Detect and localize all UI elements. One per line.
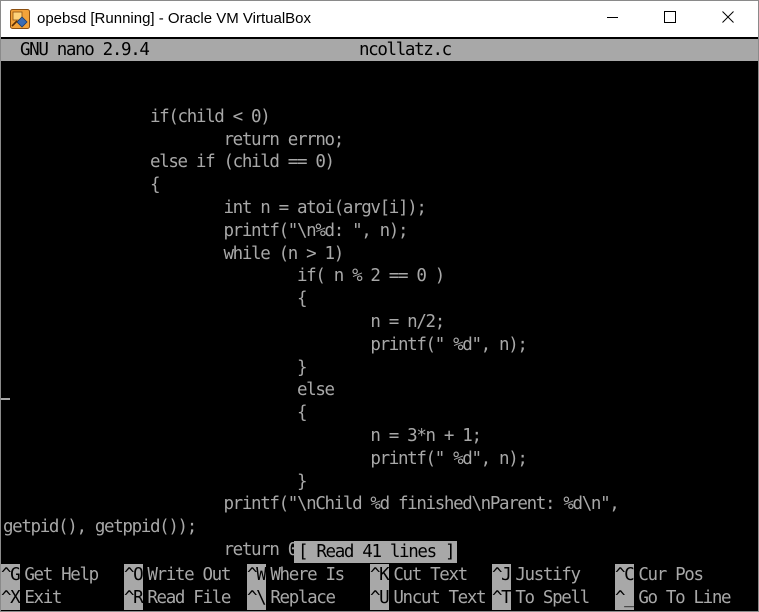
shortcut-item[interactable]: ^C Cur Pos: [615, 564, 704, 587]
shortcut-item[interactable]: ^X Exit: [1, 586, 62, 610]
shortcut-key: ^G: [1, 564, 21, 587]
shortcut-label: Exit: [24, 587, 62, 608]
code-line: {: [3, 289, 308, 310]
status-message: [ Read 41 lines ]: [294, 541, 458, 563]
shortcut-item[interactable]: ^\ Replace: [247, 586, 336, 610]
shortcut-key: ^X: [1, 586, 21, 610]
shortcut-key: ^T: [492, 586, 512, 610]
shortcut-key: ^C: [615, 564, 635, 587]
code-line: {: [3, 175, 161, 196]
shortcut-key: ^\: [247, 586, 267, 610]
shortcut-label: Replace: [270, 587, 336, 608]
shortcut-key: ^R: [124, 586, 144, 610]
code-line: {: [3, 403, 308, 424]
code-line: return errno;: [3, 129, 344, 150]
shortcut-label: Get Help: [24, 565, 99, 585]
shortcut-key: ^_: [615, 586, 635, 610]
shortcut-bar: ^G Get Help ^O Write Out ^W Where Is ^K Cut Tex…: [1, 564, 758, 610]
editor-area[interactable]: if(child < 0) return errno; else if (chi…: [3, 83, 758, 560]
code-line: n = n/2;: [3, 311, 445, 332]
shortcut-label: Write Out: [147, 565, 231, 585]
close-icon: [722, 10, 734, 28]
shortcut-key: ^J: [492, 564, 512, 587]
code-line: else: [3, 380, 335, 401]
code-line: int n = atoi(argv[i]);: [3, 197, 426, 218]
code-line: printf(" %d", n);: [3, 448, 528, 469]
minimize-button[interactable]: [584, 1, 642, 37]
shortcut-item[interactable]: ^O Write Out: [124, 564, 231, 587]
shortcut-key: ^W: [247, 564, 267, 587]
code-line: printf(" %d", n);: [3, 334, 528, 355]
shortcut-label: Justify: [515, 565, 581, 585]
code-line: else if (child == 0): [3, 152, 335, 173]
close-button[interactable]: [699, 1, 757, 37]
shortcut-item[interactable]: ^G Get Help: [1, 564, 99, 587]
code-line: }: [3, 357, 308, 378]
shortcut-item[interactable]: ^J Justify: [492, 564, 581, 587]
shortcut-key: ^U: [370, 586, 390, 610]
shortcut-label: Cut Text: [393, 565, 468, 585]
code-line: printf("\n%d: ", n);: [3, 220, 408, 241]
window-title: opebsd [Running] - Oracle VM VirtualBox: [37, 10, 312, 27]
shortcut-label: Go To Line: [638, 587, 731, 608]
shortcut-label: Uncut Text: [393, 587, 486, 608]
virtualbox-icon: [10, 9, 30, 29]
code-line: getpid(), getppid());: [3, 517, 197, 538]
shortcut-item[interactable]: ^R Read File: [124, 586, 231, 610]
shortcut-label: To Spell: [515, 587, 590, 608]
code-line: if( n % 2 == 0 ): [3, 266, 445, 287]
shortcut-key: ^O: [124, 564, 144, 587]
shortcut-item[interactable]: ^W Where Is: [247, 564, 345, 587]
shortcut-label: Cur Pos: [638, 565, 704, 585]
maximize-icon: [664, 10, 676, 28]
shortcut-item[interactable]: ^U Uncut Text: [370, 586, 487, 610]
code-line: n = 3*n + 1;: [3, 425, 482, 446]
shortcut-item[interactable]: ^T To Spell: [492, 586, 590, 610]
shortcut-label: Read File: [147, 587, 231, 608]
vm-screen[interactable]: GNU nano 2.9.4 ncollatz.c if(child < 0) …: [1, 37, 758, 611]
text-cursor: [1, 398, 10, 400]
shortcut-item[interactable]: ^_ Go To Line: [615, 586, 732, 610]
minimize-icon: [607, 10, 619, 28]
code-line: printf("\nChild %d finished\nParent: %d\…: [3, 494, 619, 515]
nano-version: GNU nano 2.9.4: [20, 40, 150, 60]
shortcut-key: ^K: [370, 564, 390, 587]
code-line: while (n > 1): [3, 243, 344, 264]
window-titlebar[interactable]: opebsd [Running] - Oracle VM VirtualBox: [1, 1, 758, 37]
code-line: }: [3, 471, 308, 492]
virtualbox-window: opebsd [Running] - Oracle VM VirtualBox …: [0, 0, 759, 612]
nano-filename: ncollatz.c: [359, 40, 452, 60]
shortcut-item[interactable]: ^K Cut Text: [370, 564, 468, 587]
maximize-button[interactable]: [641, 1, 699, 37]
shortcut-label: Where Is: [270, 565, 345, 585]
code-line: if(child < 0): [3, 106, 271, 127]
nano-title-bar: GNU nano 2.9.4 ncollatz.c: [1, 39, 758, 61]
